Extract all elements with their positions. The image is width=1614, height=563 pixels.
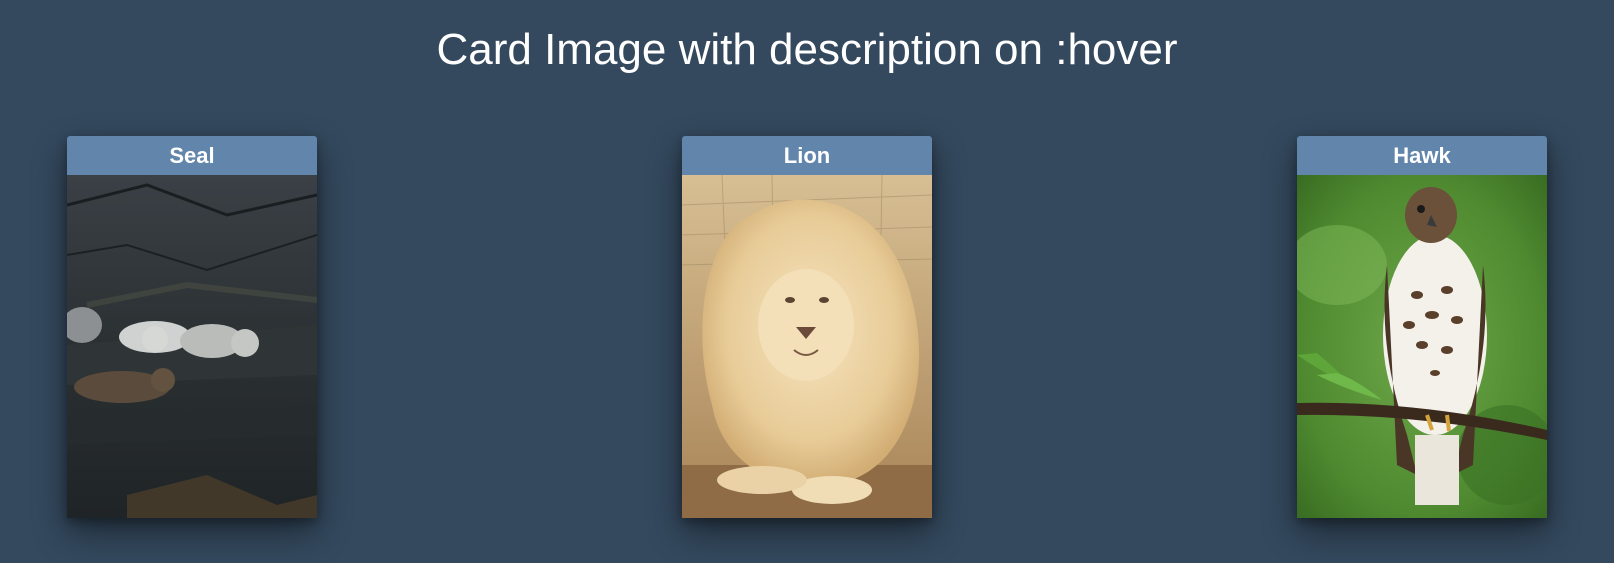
card-hawk[interactable]: Hawk [1297, 136, 1547, 518]
card-title: Seal [67, 136, 317, 175]
seals-on-rock-photo [67, 175, 317, 518]
card-title: Hawk [1297, 136, 1547, 175]
white-lion-photo [682, 175, 932, 518]
card-lion[interactable]: Lion [682, 136, 932, 518]
card-title: Lion [682, 136, 932, 175]
card-seal[interactable]: Seal [67, 136, 317, 518]
hawk-on-branch-photo [1297, 175, 1547, 518]
page: Card Image with description on :hover Se… [0, 0, 1614, 563]
page-title: Card Image with description on :hover [436, 25, 1178, 74]
